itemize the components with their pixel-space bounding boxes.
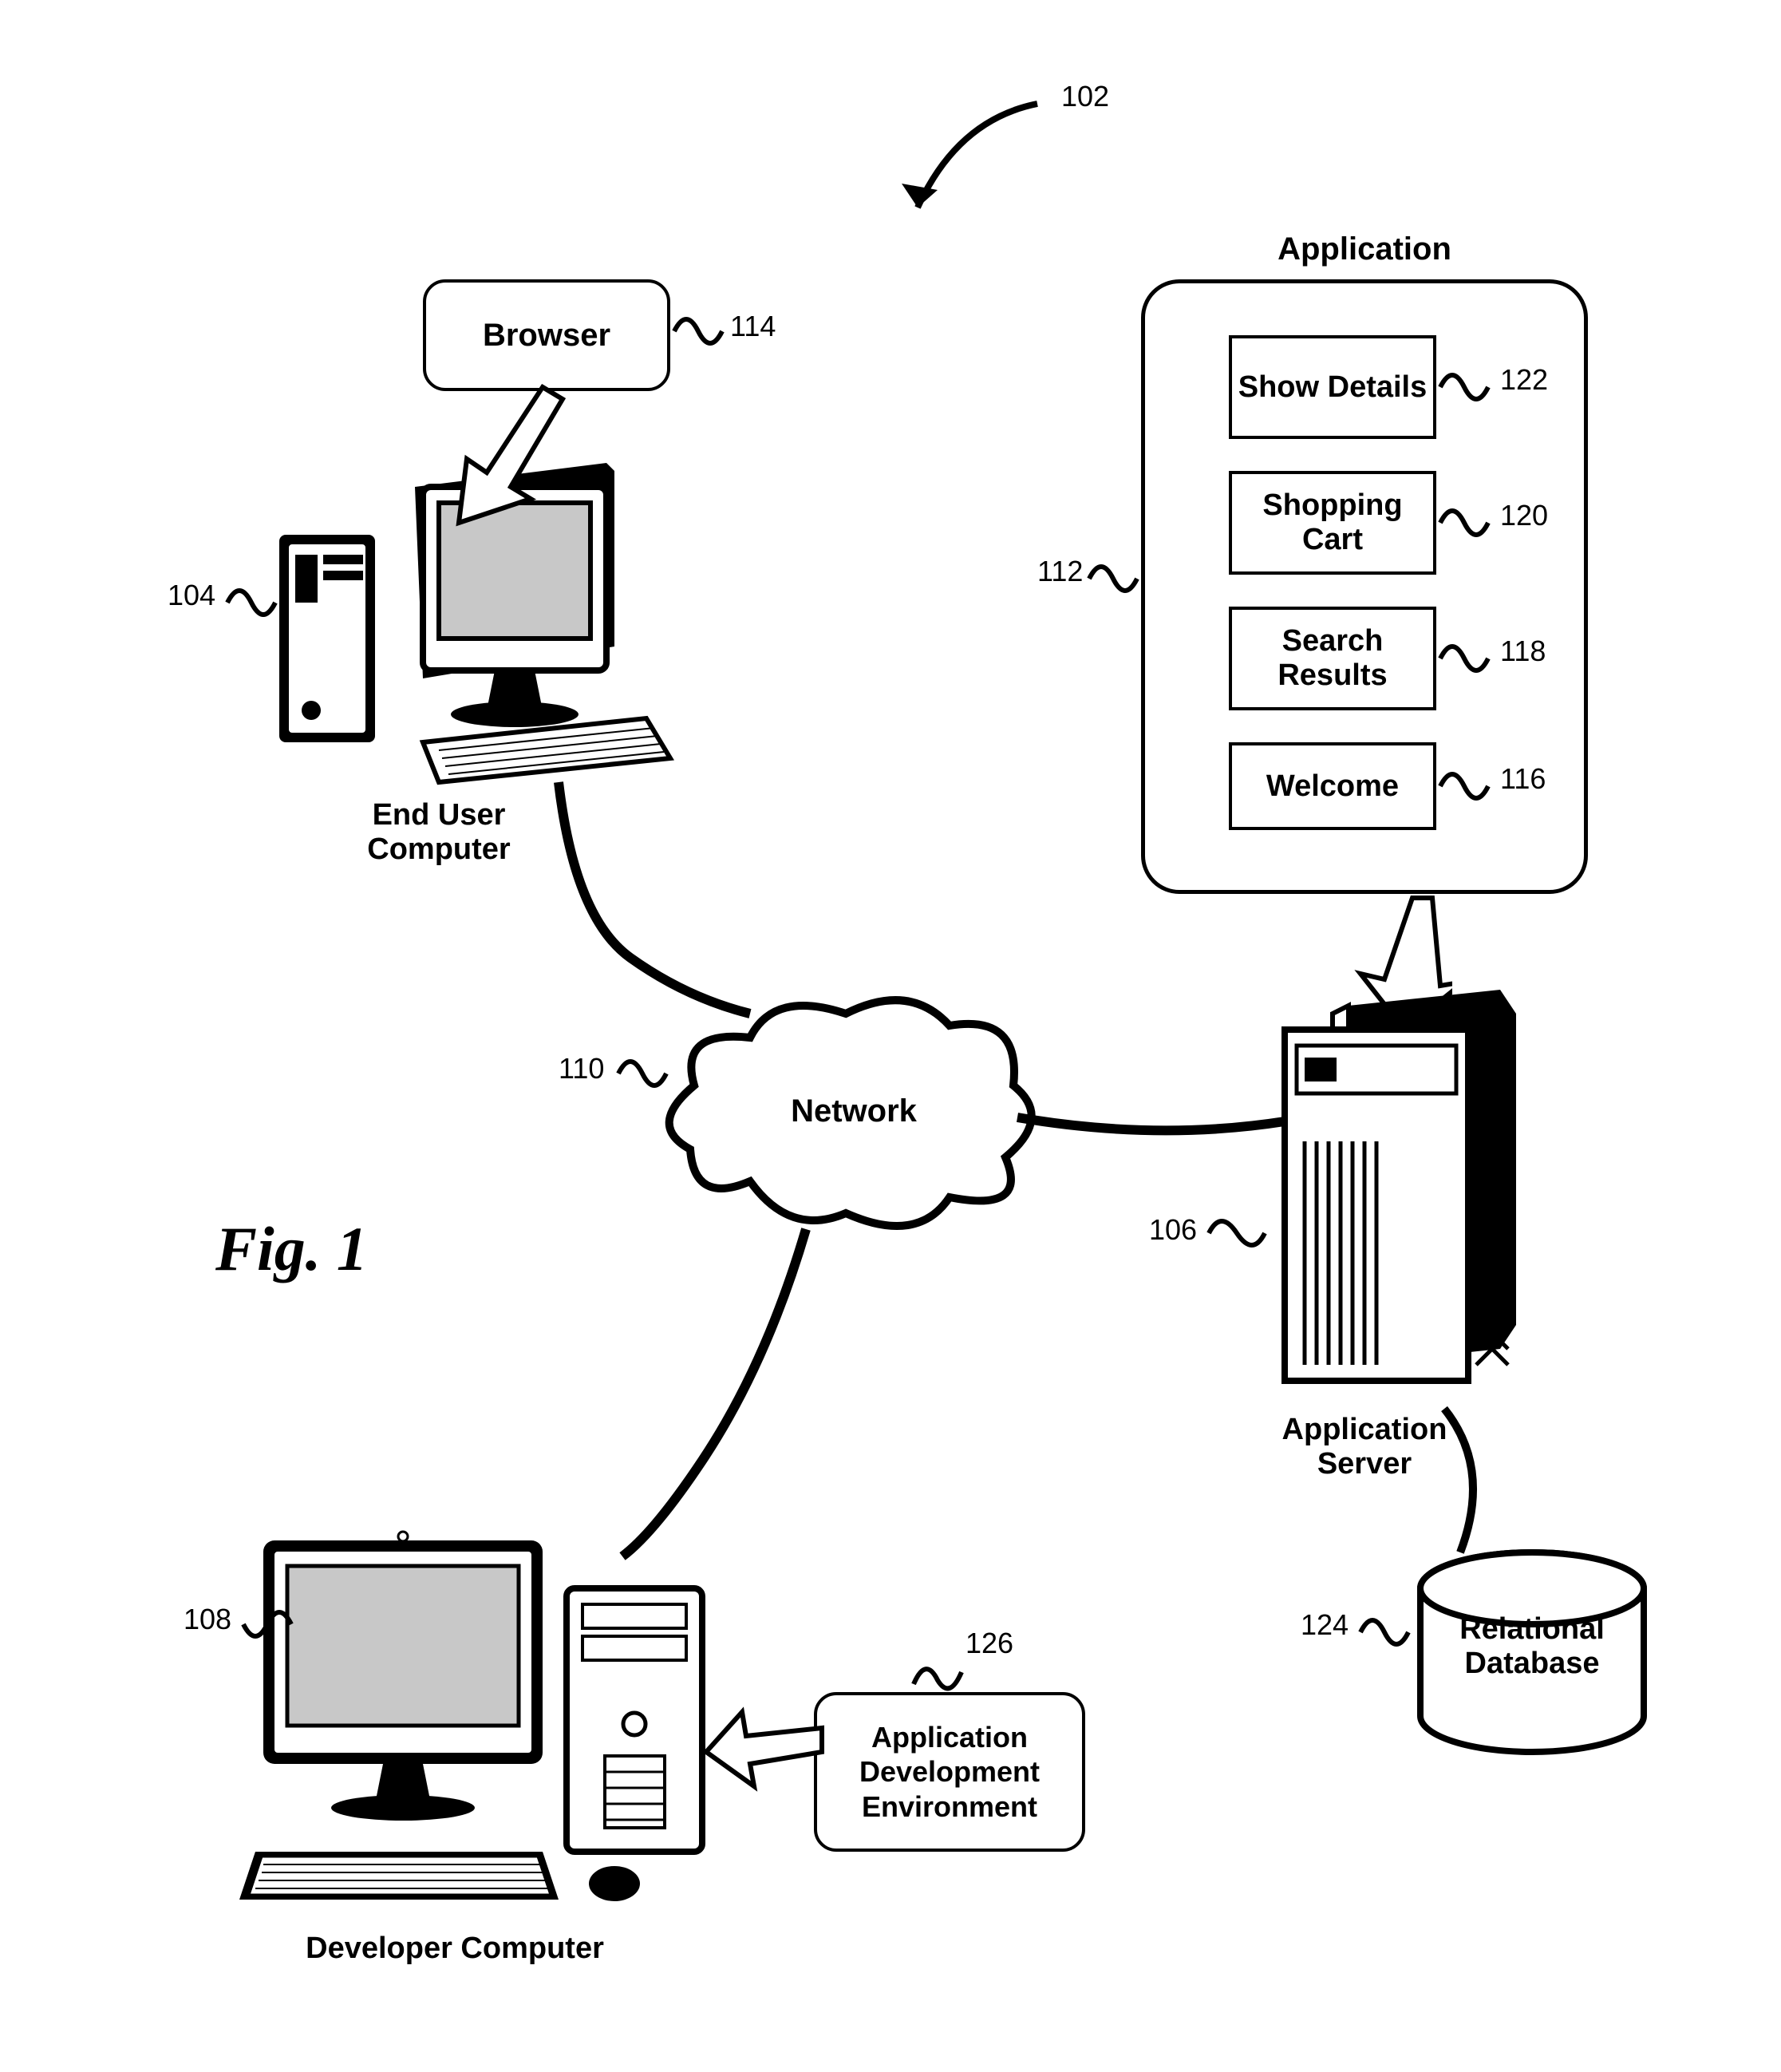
database-label: Relational Database: [1436, 1612, 1628, 1681]
ref-120: 120: [1500, 499, 1548, 532]
squiggle-124: [1356, 1604, 1412, 1660]
ref-104: 104: [168, 579, 215, 612]
box-show-details: Show Details: [1229, 335, 1436, 439]
squiggle-104: [223, 575, 279, 631]
ade-text: Application Development Environment: [817, 1720, 1082, 1824]
squiggle-108: [239, 1596, 295, 1652]
network-label: Network: [774, 1093, 934, 1129]
squiggle-114: [670, 303, 726, 359]
figure-title: Fig. 1: [215, 1213, 368, 1285]
browser-callout: Browser: [423, 279, 670, 391]
squiggle-120: [1436, 495, 1492, 551]
ref-114: 114: [730, 310, 776, 343]
conn-enduser-cloud: [543, 774, 766, 1030]
ref-110: 110: [559, 1052, 604, 1085]
squiggle-118: [1436, 631, 1492, 686]
ade-callout: Application Development Environment: [814, 1692, 1085, 1852]
conn-cloud-server: [1013, 1093, 1293, 1157]
ref-102: 102: [1061, 80, 1109, 113]
browser-text: Browser: [483, 318, 610, 354]
squiggle-116: [1436, 758, 1492, 814]
box-welcome: Welcome: [1229, 742, 1436, 830]
squiggle-122: [1436, 359, 1492, 415]
developer-computer-icon: [223, 1516, 766, 1916]
ref-116: 116: [1500, 762, 1546, 796]
search-results-text: Search Results: [1232, 624, 1433, 693]
squiggle-106: [1205, 1205, 1269, 1261]
ref-112: 112: [1037, 555, 1083, 588]
squiggle-110: [614, 1046, 670, 1101]
ref-126: 126: [966, 1627, 1013, 1660]
conn-server-db: [1420, 1405, 1516, 1564]
end-user-label: End User Computer: [335, 798, 543, 867]
ref-106: 106: [1149, 1213, 1197, 1247]
application-title: Application: [1245, 231, 1484, 267]
application-server-icon: [1269, 982, 1532, 1397]
show-details-text: Show Details: [1238, 370, 1428, 405]
shopping-cart-text: Shopping Cart: [1232, 488, 1433, 557]
ref-122: 122: [1500, 363, 1548, 397]
box-search-results: Search Results: [1229, 607, 1436, 710]
conn-cloud-dev: [606, 1221, 830, 1564]
box-shopping-cart: Shopping Cart: [1229, 471, 1436, 575]
ref-arc-102: [894, 96, 1069, 239]
squiggle-112: [1085, 551, 1141, 607]
squiggle-126: [910, 1644, 966, 1700]
ref-118: 118: [1500, 635, 1546, 668]
ref-124: 124: [1301, 1608, 1349, 1642]
ref-108: 108: [184, 1603, 231, 1636]
developer-label: Developer Computer: [303, 1932, 606, 1966]
arrow-ade: [702, 1700, 830, 1796]
arrow-browser: [447, 383, 575, 535]
welcome-text: Welcome: [1266, 769, 1399, 804]
